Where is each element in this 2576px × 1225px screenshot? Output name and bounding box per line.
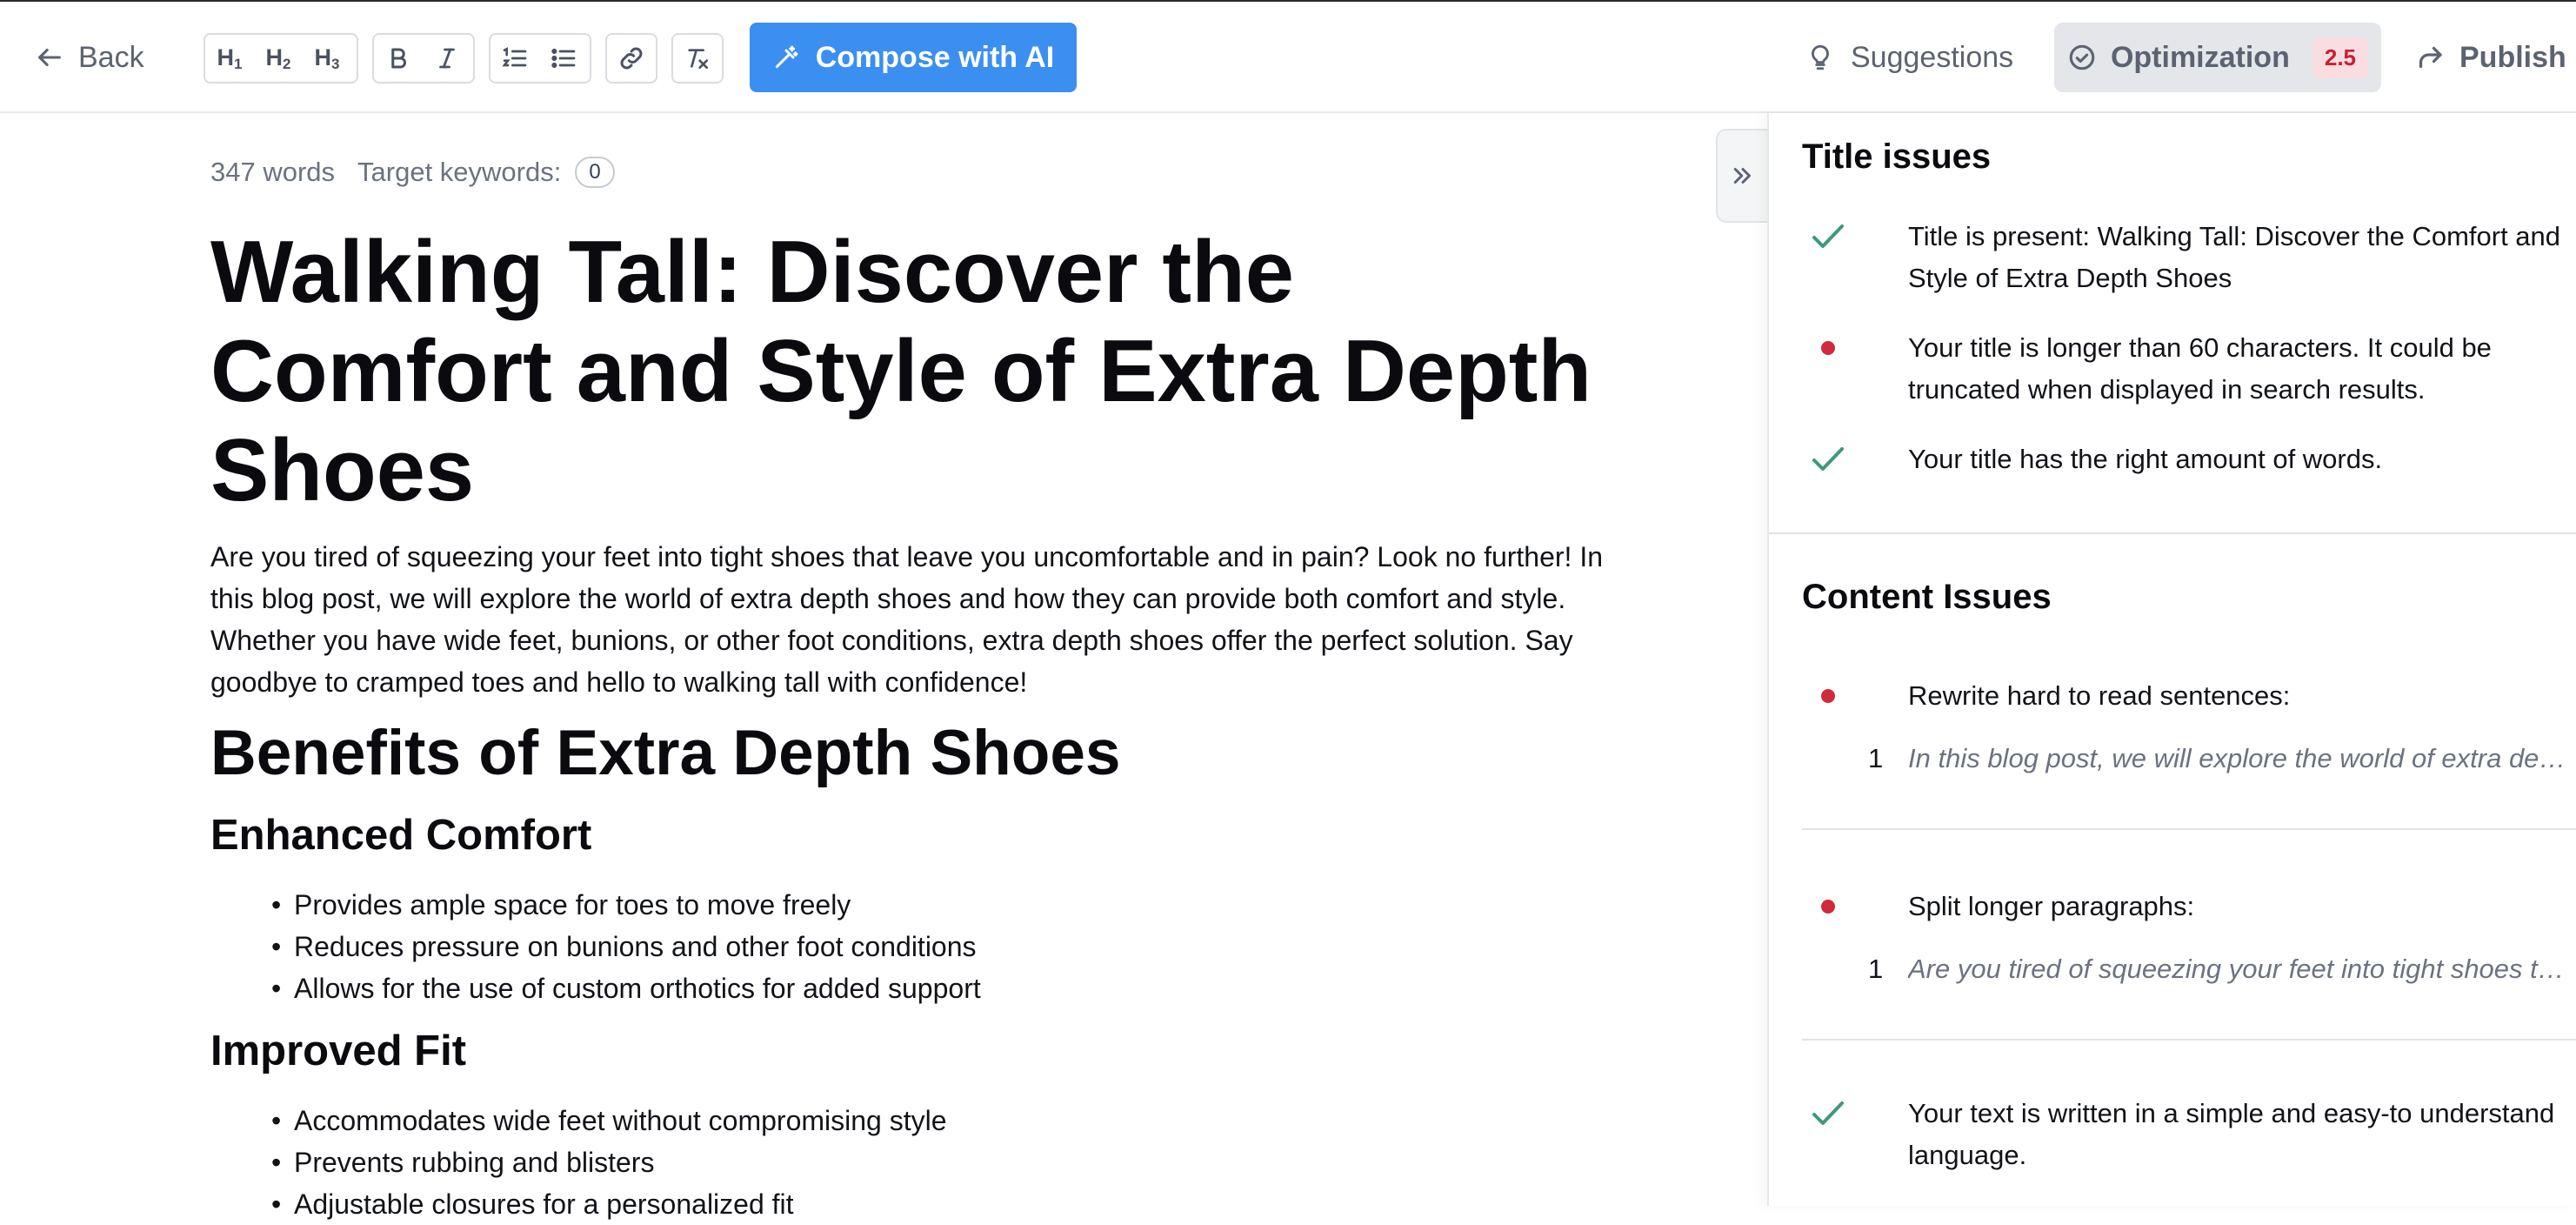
heading-1-letter: H bbox=[217, 44, 235, 70]
bold-icon bbox=[391, 48, 406, 69]
section-divider bbox=[1769, 532, 2576, 534]
error-dot-icon bbox=[1821, 900, 1835, 914]
heading-2-button[interactable]: H2 bbox=[254, 35, 303, 82]
enhanced-comfort-list: Provides ample space for toes to move fr… bbox=[271, 884, 981, 1009]
word-count: 347 words bbox=[210, 157, 336, 187]
sample-text: In this blog post, we will explore the w… bbox=[1908, 743, 2569, 773]
double-chevron-right-icon bbox=[1733, 168, 1751, 184]
issue-divider bbox=[1802, 1039, 2576, 1041]
link-group bbox=[605, 33, 657, 84]
issue-text: Title is present: Walking Tall: Discover… bbox=[1908, 221, 2561, 293]
list-item[interactable]: Provides ample space for toes to move fr… bbox=[271, 884, 981, 926]
link-icon bbox=[620, 47, 643, 70]
target-keywords-count-badge[interactable]: 0 bbox=[575, 157, 615, 188]
list-item[interactable]: Adjustable closures for a personalized f… bbox=[271, 1183, 947, 1225]
link-button[interactable] bbox=[607, 35, 656, 82]
heading-2-level: 2 bbox=[283, 55, 291, 72]
text-style-group bbox=[372, 33, 475, 84]
arrow-left-icon bbox=[38, 48, 61, 67]
intro-paragraph[interactable]: Are you tired of squeezing your feet int… bbox=[210, 536, 1611, 703]
list-format-group bbox=[489, 33, 591, 84]
compose-label: Compose with AI bbox=[815, 40, 1055, 74]
check-icon bbox=[1812, 447, 1844, 471]
back-label: Back bbox=[78, 40, 144, 74]
optimization-score-badge: 2.5 bbox=[2312, 37, 2369, 78]
bold-button[interactable] bbox=[374, 35, 423, 82]
heading-3-level: 3 bbox=[331, 55, 340, 72]
list-item[interactable]: Accommodates wide feet without compromis… bbox=[271, 1100, 947, 1141]
bullet-list-button[interactable] bbox=[539, 35, 588, 82]
heading-3-button[interactable]: H3 bbox=[303, 35, 351, 82]
content-issues-heading: Content Issues bbox=[1802, 578, 2052, 616]
clear-formatting-icon bbox=[688, 49, 708, 69]
issue-divider bbox=[1802, 828, 2576, 830]
heading-format-group: H1 H2 H3 bbox=[204, 33, 358, 84]
editor-toolbar: Back H1 H2 H3 Compose with AI Suggestion… bbox=[0, 2, 2576, 113]
optimization-label: Optimization bbox=[2110, 40, 2290, 74]
subsection-heading-enhanced-comfort[interactable]: Enhanced Comfort bbox=[210, 811, 591, 860]
check-circle-icon bbox=[2069, 44, 2095, 70]
title-issues-heading: Title issues bbox=[1802, 137, 1992, 176]
check-icon bbox=[1812, 1101, 1844, 1125]
heading-2-letter: H bbox=[265, 44, 284, 70]
sample-number: 1 bbox=[1868, 954, 1884, 984]
target-keywords-label: Target keywords: bbox=[357, 157, 562, 187]
document-meta: 347 words Target keywords: 0 bbox=[210, 153, 615, 191]
check-icon bbox=[1812, 224, 1844, 248]
section-heading[interactable]: Benefits of Extra Depth Shoes bbox=[210, 717, 1121, 789]
issue-text: Your title is longer than 60 characters.… bbox=[1908, 332, 2492, 405]
publish-label: Publish bbox=[2459, 40, 2566, 74]
optimization-tab[interactable]: Optimization 2.5 bbox=[2054, 23, 2381, 92]
clear-format-group bbox=[671, 33, 724, 84]
heading-1-level: 1 bbox=[234, 55, 243, 72]
ordered-list-button[interactable] bbox=[491, 35, 539, 82]
subsection-heading-improved-fit[interactable]: Improved Fit bbox=[210, 1027, 466, 1075]
issue-text: Your text is written in a simple and eas… bbox=[1908, 1098, 2555, 1170]
collapse-panel-button[interactable] bbox=[1716, 129, 1768, 223]
issue-text: Split longer paragraphs: bbox=[1908, 891, 2195, 921]
error-dot-icon bbox=[1821, 341, 1835, 355]
heading-3-letter: H bbox=[314, 44, 332, 70]
list-item[interactable]: Allows for the use of custom orthotics f… bbox=[271, 967, 981, 1009]
italic-button[interactable] bbox=[423, 35, 471, 82]
ordered-list-icon bbox=[502, 47, 527, 67]
italic-icon bbox=[439, 48, 455, 69]
suggestions-button[interactable]: Suggestions bbox=[1805, 30, 2013, 85]
error-dot-icon bbox=[1821, 689, 1835, 703]
sample-number: 1 bbox=[1868, 743, 1884, 773]
bullet-list-icon bbox=[551, 48, 576, 69]
back-button[interactable]: Back bbox=[35, 30, 144, 85]
magic-wand-icon bbox=[775, 45, 798, 69]
optimization-panel: Title issues Title is present: Walking T… bbox=[1767, 113, 2576, 1206]
suggestions-label: Suggestions bbox=[1851, 40, 2014, 74]
list-item[interactable]: Prevents rubbing and blisters bbox=[271, 1141, 947, 1183]
publish-button[interactable]: Publish bbox=[2414, 30, 2566, 85]
improved-fit-list: Accommodates wide feet without compromis… bbox=[271, 1100, 947, 1225]
sample-text: Are you tired of squeezing your feet int… bbox=[1908, 954, 2569, 984]
clear-formatting-button[interactable] bbox=[673, 35, 722, 82]
compose-with-ai-button[interactable]: Compose with AI bbox=[750, 23, 1077, 92]
heading-1-button[interactable]: H1 bbox=[205, 35, 254, 82]
document-title[interactable]: Walking Tall: Discover the Comfort and S… bbox=[210, 223, 1637, 520]
list-item[interactable]: Reduces pressure on bunions and other fo… bbox=[271, 926, 981, 967]
share-arrow-icon bbox=[2419, 46, 2442, 69]
lightbulb-icon bbox=[1812, 44, 1829, 70]
issue-text: Your title has the right amount of words… bbox=[1908, 444, 2383, 474]
issue-text: Rewrite hard to read sentences: bbox=[1908, 680, 2291, 711]
